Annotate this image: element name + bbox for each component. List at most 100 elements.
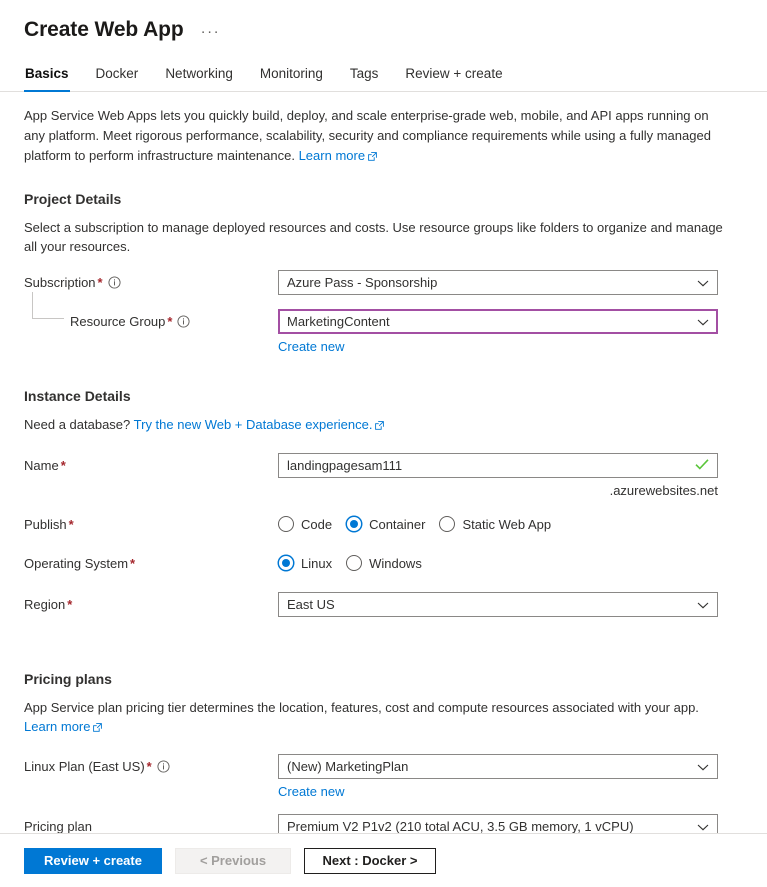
tab-tags[interactable]: Tags: [349, 66, 380, 91]
pricing-plan-label: Pricing plan: [24, 819, 92, 834]
radio-circle-selected-icon: [346, 516, 362, 532]
page-title: Create Web App: [24, 16, 184, 44]
resource-group-label: Resource Group: [70, 314, 165, 329]
required-asterisk: *: [147, 759, 152, 774]
publish-label: Publish: [24, 517, 67, 532]
name-row: Name* landingpagesam111 .azurewebsites.n…: [24, 453, 743, 500]
region-row: Region* East US: [24, 592, 743, 617]
database-prompt-row: Need a database? Try the new Web + Datab…: [24, 415, 724, 435]
os-option-linux[interactable]: Linux: [278, 555, 332, 571]
required-asterisk: *: [61, 458, 66, 473]
tab-review-create[interactable]: Review + create: [404, 66, 503, 91]
resource-group-select[interactable]: MarketingContent: [278, 309, 718, 334]
operating-system-radio-group: Linux Windows: [278, 551, 718, 573]
pricing-learn-more-link[interactable]: Learn more: [24, 719, 90, 734]
operating-system-row: Operating System* Linux Windows: [24, 551, 743, 573]
os-option-windows-label: Windows: [369, 556, 422, 571]
required-asterisk: *: [167, 314, 172, 329]
os-option-linux-label: Linux: [301, 556, 332, 571]
name-input[interactable]: landingpagesam111: [278, 453, 718, 478]
name-domain-suffix: .azurewebsites.net: [278, 482, 718, 500]
previous-button: < Previous: [175, 848, 291, 874]
info-icon[interactable]: [157, 760, 170, 778]
chevron-down-icon: [697, 593, 709, 616]
section-heading-project-details: Project Details: [24, 189, 743, 209]
external-link-icon: [375, 416, 384, 435]
operating-system-label-col: Operating System*: [24, 551, 278, 573]
region-select[interactable]: East US: [278, 592, 718, 617]
required-asterisk: *: [69, 517, 74, 532]
section-heading-pricing-plans: Pricing plans: [24, 669, 743, 689]
radio-circle-icon: [278, 516, 294, 532]
project-details-description: Select a subscription to manage deployed…: [24, 218, 724, 256]
tab-docker[interactable]: Docker: [95, 66, 140, 91]
info-icon[interactable]: [177, 315, 190, 333]
resource-group-create-new-wrap: Create new: [278, 338, 718, 356]
database-prompt-text: Need a database?: [24, 417, 130, 432]
resource-group-value: MarketingContent: [287, 310, 390, 333]
publish-row: Publish* Code Container Static Web App: [24, 512, 743, 534]
next-docker-button[interactable]: Next : Docker >: [304, 848, 436, 874]
subscription-label: Subscription: [24, 275, 96, 290]
subscription-row: Subscription* Azure Pass - Sponsorship: [24, 270, 743, 295]
os-option-windows[interactable]: Windows: [346, 555, 422, 571]
publish-label-col: Publish*: [24, 512, 278, 534]
name-field-col: landingpagesam111 .azurewebsites.net: [278, 453, 718, 500]
radio-circle-icon: [346, 555, 362, 571]
publish-option-container[interactable]: Container: [346, 516, 425, 532]
required-asterisk: *: [67, 597, 72, 612]
linux-plan-create-new-wrap: Create new: [278, 783, 718, 801]
tab-basics[interactable]: Basics: [24, 66, 70, 91]
section-heading-instance-details: Instance Details: [24, 386, 743, 406]
chevron-down-icon: [697, 271, 709, 294]
chevron-down-icon: [697, 755, 709, 778]
publish-option-code[interactable]: Code: [278, 516, 332, 532]
title-row: Create Web App ···: [24, 16, 743, 44]
region-field-col: East US: [278, 592, 718, 617]
subscription-label-col: Subscription*: [24, 270, 278, 294]
pricing-plans-description: App Service plan pricing tier determines…: [24, 700, 699, 715]
name-value: landingpagesam111: [287, 454, 402, 477]
valid-check-icon: [695, 454, 709, 477]
subscription-select[interactable]: Azure Pass - Sponsorship: [278, 270, 718, 295]
publish-option-container-label: Container: [369, 517, 425, 532]
subscription-field-col: Azure Pass - Sponsorship: [278, 270, 718, 295]
external-link-icon: [93, 718, 102, 737]
web-database-experience-link[interactable]: Try the new Web + Database experience.: [134, 417, 373, 432]
name-label-col: Name*: [24, 453, 278, 475]
name-label: Name: [24, 458, 59, 473]
review-create-button[interactable]: Review + create: [24, 848, 162, 874]
linux-plan-label: Linux Plan (East US): [24, 759, 145, 774]
intro-learn-more-link[interactable]: Learn more: [299, 148, 365, 163]
linux-plan-select[interactable]: (New) MarketingPlan: [278, 754, 718, 779]
required-asterisk: *: [98, 275, 103, 290]
publish-option-static-web-app[interactable]: Static Web App: [439, 516, 551, 532]
resource-group-label-col: Resource Group*: [24, 309, 278, 333]
tab-bar: Basics Docker Networking Monitoring Tags…: [0, 61, 767, 92]
publish-field-col: Code Container Static Web App: [278, 512, 718, 534]
operating-system-field-col: Linux Windows: [278, 551, 718, 573]
publish-option-code-label: Code: [301, 517, 332, 532]
tab-networking[interactable]: Networking: [164, 66, 234, 91]
resource-group-row: Resource Group* MarketingContent Create …: [24, 309, 743, 356]
blade-header: Create Web App ···: [0, 0, 767, 44]
publish-option-static-web-app-label: Static Web App: [462, 517, 551, 532]
resource-group-field-col: MarketingContent Create new: [278, 309, 718, 356]
footer-action-bar: Review + create < Previous Next : Docker…: [0, 833, 767, 887]
linux-plan-row: Linux Plan (East US)* (New) MarketingPla…: [24, 754, 743, 801]
external-link-icon: [368, 147, 377, 167]
required-asterisk: *: [130, 556, 135, 571]
operating-system-label: Operating System: [24, 556, 128, 571]
resource-group-create-new-link[interactable]: Create new: [278, 339, 344, 354]
tree-connector: [32, 292, 64, 319]
pricing-plans-description-row: App Service plan pricing tier determines…: [24, 698, 724, 737]
intro-paragraph: App Service Web Apps lets you quickly bu…: [24, 106, 724, 167]
info-icon[interactable]: [108, 276, 121, 294]
linux-plan-create-new-link[interactable]: Create new: [278, 784, 344, 799]
tab-monitoring[interactable]: Monitoring: [259, 66, 324, 91]
chevron-down-icon: [697, 310, 709, 333]
radio-circle-icon: [439, 516, 455, 532]
linux-plan-field-col: (New) MarketingPlan Create new: [278, 754, 718, 801]
region-label-col: Region*: [24, 592, 278, 614]
more-options-icon[interactable]: ···: [198, 23, 224, 41]
